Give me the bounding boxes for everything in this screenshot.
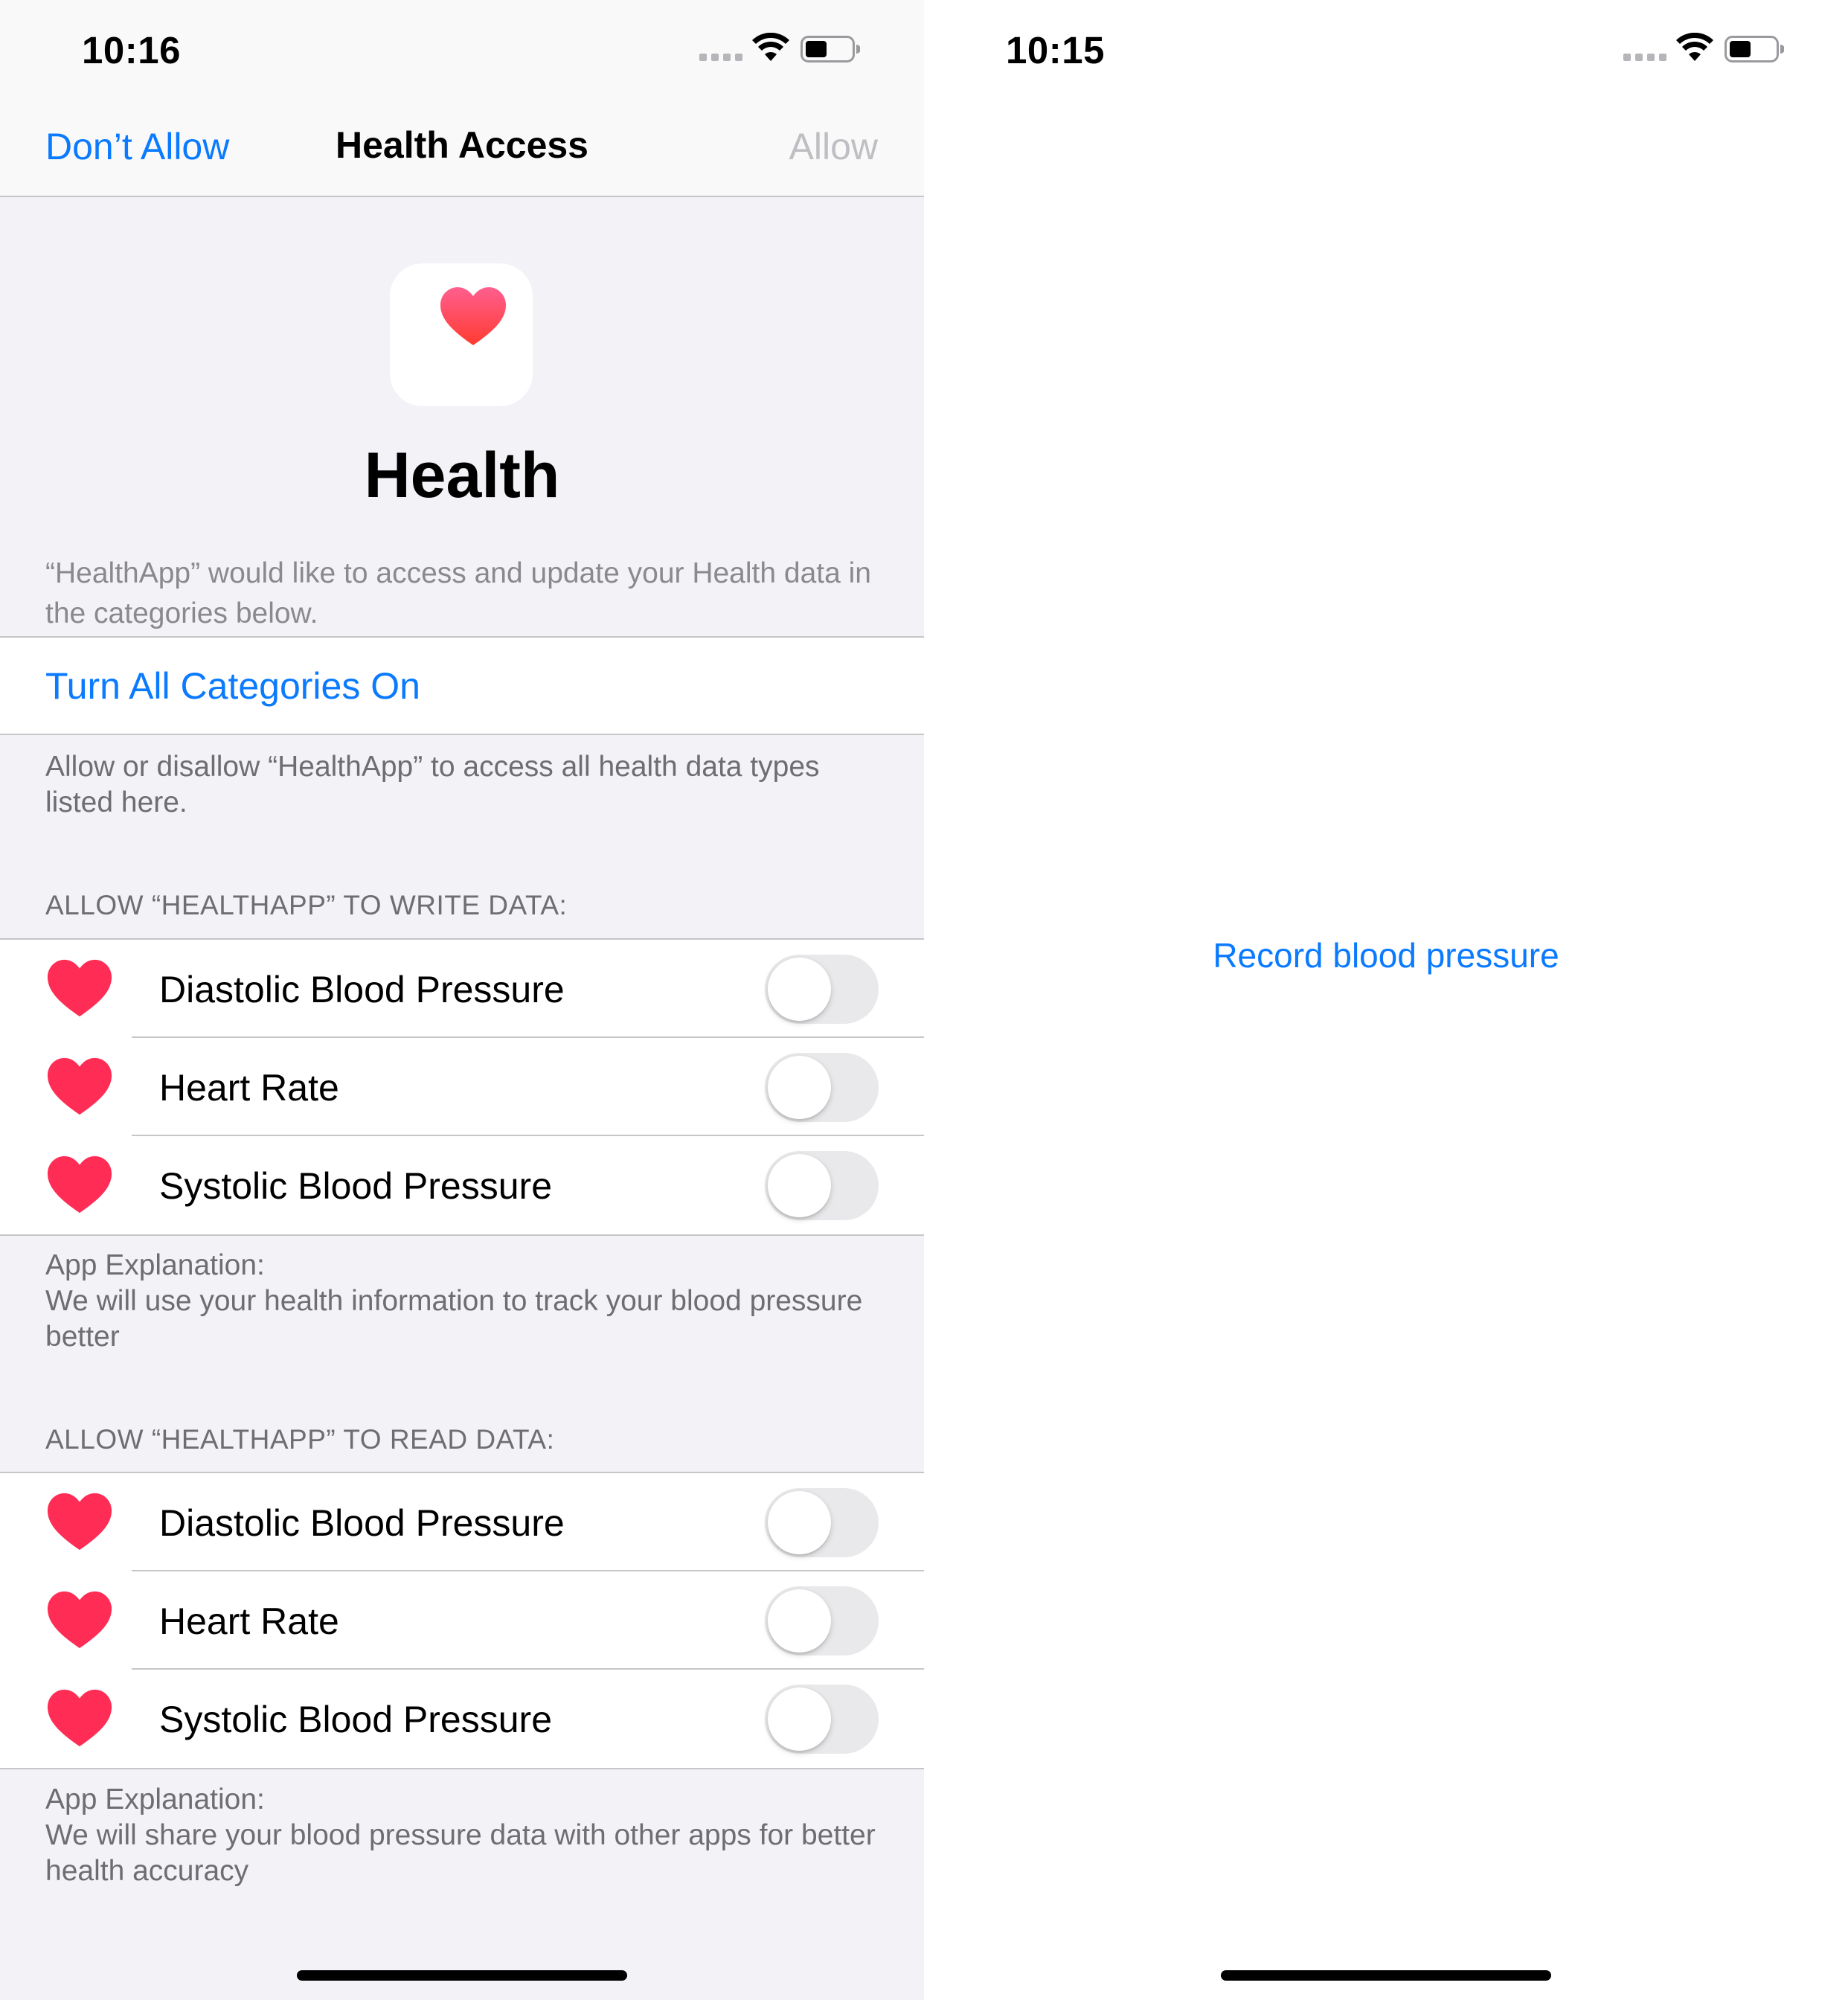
- status-time: 10:15: [1006, 29, 1105, 71]
- nav-title: Health Access: [336, 124, 588, 166]
- item-label: Diastolic Blood Pressure: [159, 1502, 565, 1544]
- read-data-list: Diastolic Blood Pressure Heart Rate Syst…: [0, 1472, 924, 1769]
- record-screen: 10:15 Record blood pressure: [924, 0, 1848, 2000]
- list-item[interactable]: Diastolic Blood Pressure: [0, 1473, 924, 1571]
- write-section-header: ALLOW “HEALTHAPP” TO WRITE DATA:: [45, 890, 568, 920]
- list-item[interactable]: Heart Rate: [0, 1038, 924, 1136]
- list-item[interactable]: Systolic Blood Pressure: [0, 1670, 924, 1768]
- item-label: Systolic Blood Pressure: [159, 1699, 553, 1740]
- heart-icon: [47, 959, 112, 1017]
- toggle-switch[interactable]: [765, 1053, 879, 1122]
- turn-all-categories-button[interactable]: Turn All Categories On: [45, 664, 420, 708]
- toggle-switch[interactable]: [765, 1151, 879, 1220]
- list-item[interactable]: Systolic Blood Pressure: [0, 1136, 924, 1234]
- health-access-screen: Don’t Allow Health Access Allow 10:16 He…: [0, 0, 924, 2000]
- toggle-switch[interactable]: [765, 1488, 879, 1557]
- turn-all-note: Allow or disallow “HealthApp” to access …: [45, 751, 820, 818]
- explanation-text: We will use your health information to t…: [45, 1285, 863, 1353]
- explanation-text: We will share your blood pressure data w…: [45, 1819, 876, 1887]
- record-blood-pressure-button[interactable]: Record blood pressure: [924, 935, 1848, 975]
- status-icons: [699, 33, 878, 65]
- app-name: Health: [364, 440, 560, 511]
- toggle-switch[interactable]: [765, 955, 879, 1024]
- allow-button[interactable]: Allow: [789, 125, 878, 168]
- cellular-signal-icon: [1623, 54, 1666, 62]
- explanation-title: App Explanation:: [45, 1249, 265, 1281]
- list-item[interactable]: Heart Rate: [0, 1571, 924, 1670]
- write-explanation: App Explanation: We will use your health…: [45, 1248, 886, 1355]
- home-indicator[interactable]: [297, 1970, 627, 1981]
- heart-icon: [47, 1493, 112, 1551]
- item-label: Diastolic Blood Pressure: [159, 969, 565, 1010]
- turn-all-categories-cell[interactable]: Turn All Categories On: [0, 636, 924, 735]
- item-label: Heart Rate: [159, 1600, 339, 1642]
- status-bar: 10:15: [924, 0, 1848, 98]
- status-icons: [1623, 33, 1802, 65]
- battery-icon: [1725, 36, 1784, 62]
- toggle-switch[interactable]: [765, 1685, 879, 1754]
- wifi-icon: [1676, 33, 1713, 61]
- read-explanation: App Explanation: We will share your bloo…: [45, 1782, 886, 1889]
- read-section-header: ALLOW “HEALTHAPP” TO READ DATA:: [45, 1424, 555, 1455]
- list-item[interactable]: Diastolic Blood Pressure: [0, 940, 924, 1038]
- item-label: Systolic Blood Pressure: [159, 1165, 553, 1207]
- cellular-signal-icon: [699, 54, 742, 62]
- wifi-icon: [752, 33, 789, 61]
- intro-text: “HealthApp” would like to access and upd…: [45, 557, 871, 629]
- heart-icon: [47, 1591, 112, 1649]
- health-heart-icon: [440, 287, 506, 345]
- home-indicator[interactable]: [1221, 1970, 1551, 1981]
- heart-icon: [47, 1156, 112, 1214]
- toggle-switch[interactable]: [765, 1586, 879, 1656]
- heart-icon: [47, 1057, 112, 1115]
- heart-icon: [47, 1689, 112, 1747]
- item-label: Heart Rate: [159, 1067, 339, 1109]
- status-bar: 10:16: [0, 0, 924, 98]
- battery-icon: [801, 36, 860, 62]
- write-data-list: Diastolic Blood Pressure Heart Rate Syst…: [0, 938, 924, 1236]
- status-time: 10:16: [82, 29, 181, 71]
- health-app-icon: [390, 263, 533, 406]
- explanation-title: App Explanation:: [45, 1783, 265, 1815]
